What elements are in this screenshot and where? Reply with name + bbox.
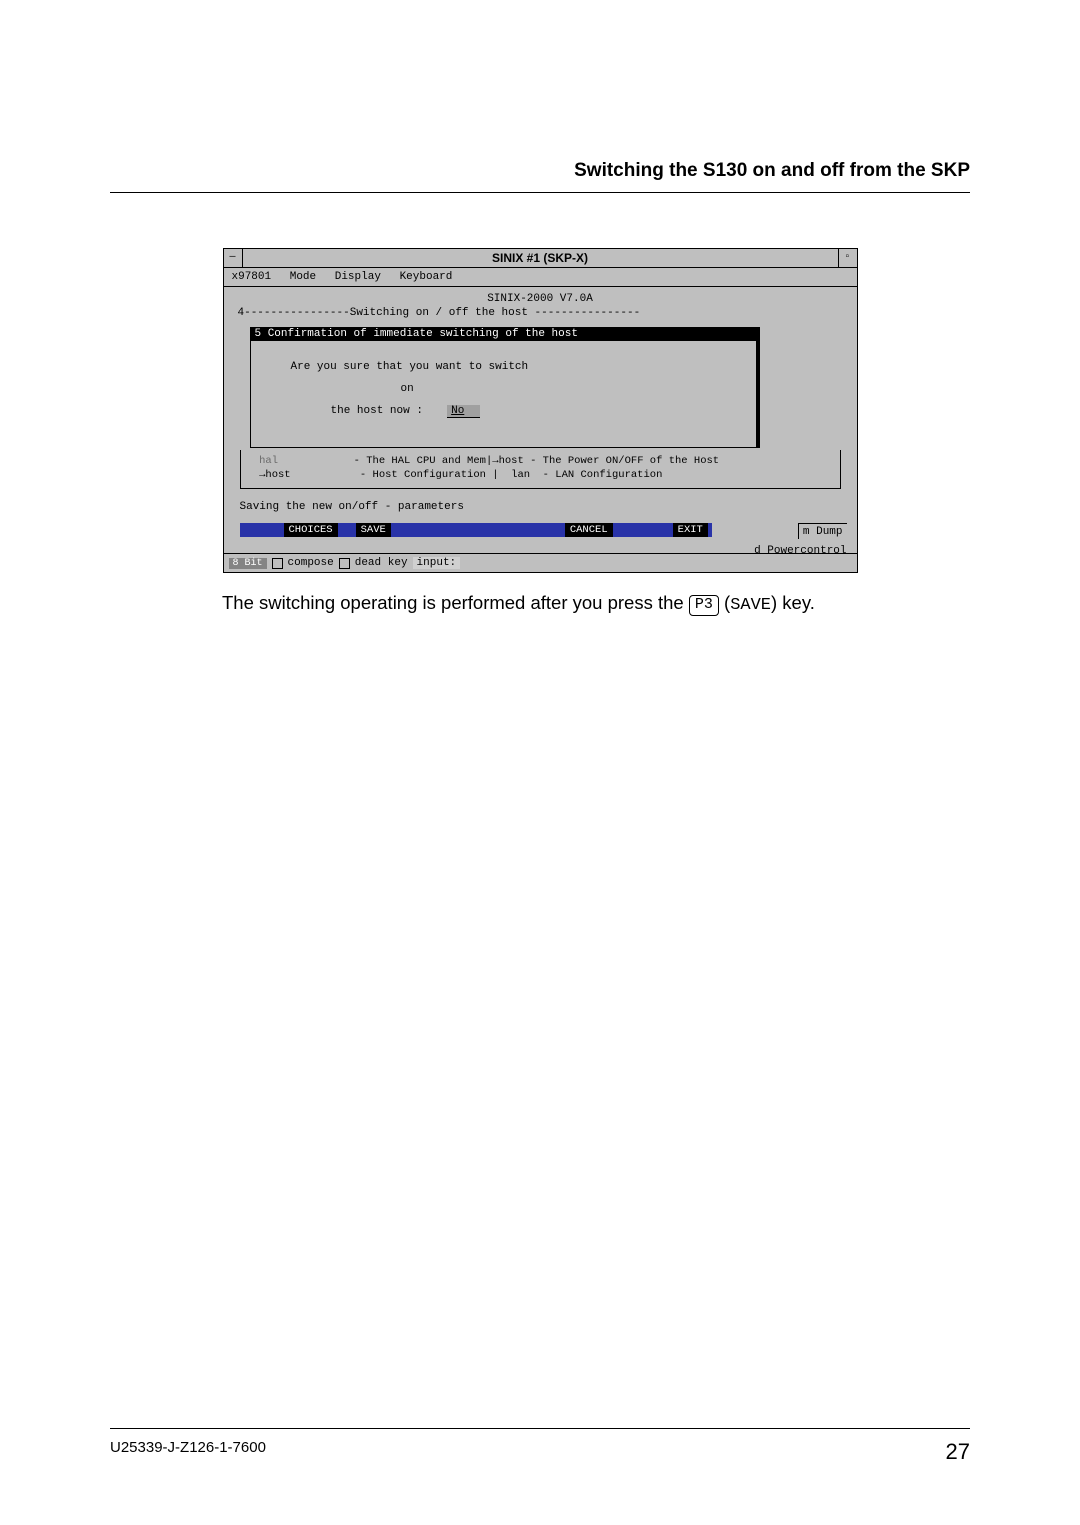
page-number: 27	[946, 1439, 970, 1465]
confirmation-header: 5 Confirmation of immediate switching of…	[251, 327, 756, 341]
status-input-label: input:	[413, 557, 461, 569]
menu-x97801[interactable]: x97801	[232, 271, 272, 283]
doc-id: U25339-J-Z126-1-7600	[110, 1439, 266, 1465]
deadkey-checkbox[interactable]	[339, 558, 350, 569]
cancel-button[interactable]: CANCEL	[565, 523, 613, 537]
saving-message: Saving the new on/off - parameters	[240, 501, 843, 513]
hal-panel: hal - The HAL CPU and Mem|→host - The Po…	[240, 450, 841, 489]
sinix-version: SINIX-2000 V7.0A	[230, 293, 851, 305]
header-rule	[110, 192, 970, 193]
compose-label: compose	[288, 557, 334, 569]
terminal-window: — SINIX #1 (SKP-X) ▫ x97801 Mode Display…	[223, 248, 858, 573]
exit-button[interactable]: EXIT	[673, 523, 708, 537]
confirmation-dialog: 5 Confirmation of immediate switching of…	[250, 327, 760, 448]
status-8bit: 8 Bit	[229, 558, 267, 569]
keycap-p3: P3	[689, 595, 719, 616]
bluebar-1	[240, 523, 284, 537]
caption-paren: (	[719, 592, 730, 613]
caption-save: SAVE	[730, 596, 771, 615]
menubar: x97801 Mode Display Keyboard	[224, 268, 857, 287]
m-dump-label: m Dump	[798, 523, 847, 539]
hal-right2: lan - LAN Configuration	[499, 469, 663, 481]
window-menu-button[interactable]: —	[224, 249, 243, 267]
confirm-prompt: the host now :	[291, 405, 441, 417]
compose-checkbox[interactable]	[272, 558, 283, 569]
bluebar-2	[338, 523, 356, 537]
header-title: Switching the S130 on and off from the S…	[110, 160, 970, 192]
menu-keyboard[interactable]: Keyboard	[400, 271, 453, 283]
page-header: Switching the S130 on and off from the S…	[110, 160, 970, 193]
page-footer: U25339-J-Z126-1-7600 27	[110, 1428, 970, 1465]
terminal-body: SINIX-2000 V7.0A 4----------------Switch…	[224, 287, 857, 553]
menu-display[interactable]: Display	[335, 271, 381, 283]
confirm-line1: Are you sure that you want to switch	[291, 361, 746, 373]
confirm-input-value[interactable]: No	[447, 405, 480, 418]
button-row: CHOICES SAVE CANCEL EXIT	[240, 523, 841, 537]
hal-left2: →host - Host Configuration	[247, 469, 486, 481]
d-powercontrol-label: d Powercontrol	[754, 545, 846, 557]
menu-mode[interactable]: Mode	[290, 271, 316, 283]
bluebar-3	[391, 523, 565, 537]
hal-gray: hal	[247, 455, 279, 467]
window-maximize-button[interactable]: ▫	[838, 249, 857, 267]
confirm-line2: on	[291, 383, 746, 395]
choices-button[interactable]: CHOICES	[284, 523, 338, 537]
deadkey-label: dead key	[355, 557, 408, 569]
caption-after: ) key.	[771, 592, 815, 613]
hal-right1: →host - The Power ON/OFF of the Host	[492, 455, 719, 467]
hal-left1: - The HAL CPU and Mem	[278, 455, 486, 467]
window-title: SINIX #1 (SKP-X)	[243, 251, 838, 265]
save-button[interactable]: SAVE	[356, 523, 391, 537]
frame4-label: 4----------------Switching on / off the …	[238, 307, 843, 319]
window-titlebar: — SINIX #1 (SKP-X) ▫	[224, 249, 857, 268]
caption-before: The switching operating is performed aft…	[222, 592, 689, 613]
bluebar-5	[708, 523, 712, 537]
bluebar-4	[613, 523, 673, 537]
figure-caption: The switching operating is performed aft…	[110, 591, 970, 618]
